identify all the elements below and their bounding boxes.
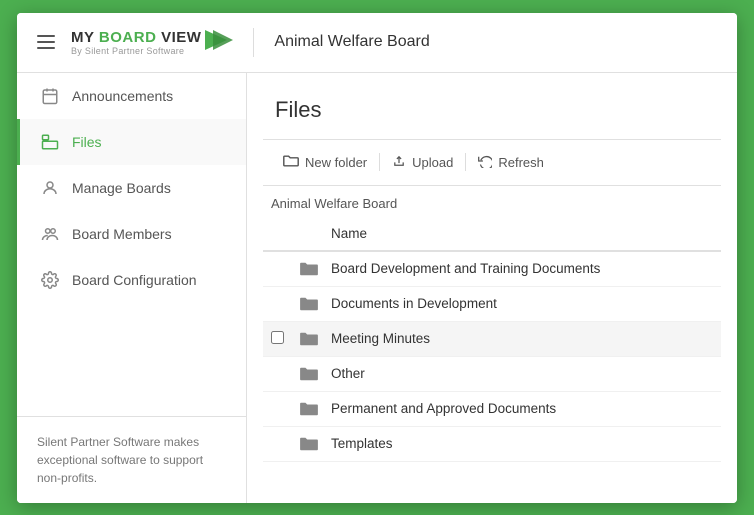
logo-my: MY (71, 29, 94, 46)
sidebar-footer: Silent Partner Software makes exceptiona… (17, 416, 246, 503)
new-folder-button[interactable]: New folder (279, 150, 379, 175)
hamburger-menu-button[interactable] (33, 31, 59, 53)
file-name: Other (331, 366, 713, 381)
folder-icon (299, 261, 331, 277)
folder-icon (299, 331, 331, 347)
calendar-icon (40, 86, 60, 106)
upload-button[interactable]: Upload (380, 150, 465, 175)
sidebar-item-board-members[interactable]: Board Members (17, 211, 246, 257)
new-folder-icon (283, 154, 299, 171)
file-name: Templates (331, 436, 713, 451)
table-row[interactable]: Documents in Development (263, 287, 721, 322)
logo-sub: By Silent Partner Software (71, 46, 201, 56)
refresh-button[interactable]: Refresh (466, 150, 556, 175)
sidebar-item-board-configuration[interactable]: Board Configuration (17, 257, 246, 303)
table-row[interactable]: Meeting Minutes (263, 322, 721, 357)
folder-icon (299, 366, 331, 382)
row-checkbox-area[interactable] (271, 331, 299, 347)
sidebar-nav: Announcements Files (17, 73, 246, 416)
sidebar-item-board-configuration-label: Board Configuration (72, 272, 197, 288)
files-icon (40, 132, 60, 152)
sidebar-item-manage-boards[interactable]: Manage Boards (17, 165, 246, 211)
logo-main: MY BOARD VIEW (71, 29, 201, 46)
manage-boards-icon (40, 178, 60, 198)
board-title: Animal Welfare Board (274, 33, 429, 51)
table-row[interactable]: Permanent and Approved Documents (263, 392, 721, 427)
board-members-icon (40, 224, 60, 244)
folder-group-label: Animal Welfare Board (263, 186, 721, 217)
logo-area: MY BOARD VIEW By Silent Partner Software (71, 28, 254, 57)
refresh-label: Refresh (498, 155, 544, 170)
table-row[interactable]: Templates (263, 427, 721, 462)
sidebar-footer-text: Silent Partner Software makes exceptiona… (37, 435, 203, 485)
settings-icon (40, 270, 60, 290)
logo-text: MY BOARD VIEW By Silent Partner Software (71, 29, 201, 56)
main-content: Files New folder (247, 73, 737, 503)
upload-icon (392, 154, 406, 171)
file-name: Documents in Development (331, 296, 713, 311)
folder-icon (299, 296, 331, 312)
page-title: Files (247, 73, 737, 139)
table-row[interactable]: Board Development and Training Documents (263, 252, 721, 287)
app-window: MY BOARD VIEW By Silent Partner Software… (17, 13, 737, 503)
folder-icon (299, 401, 331, 417)
sidebar-item-files[interactable]: Files (17, 119, 246, 165)
new-folder-label: New folder (305, 155, 367, 170)
refresh-icon (478, 154, 492, 171)
logo-board: BOARD (94, 29, 156, 46)
sidebar-item-announcements-label: Announcements (72, 88, 173, 104)
header: MY BOARD VIEW By Silent Partner Software… (17, 13, 737, 73)
file-name: Permanent and Approved Documents (331, 401, 713, 416)
sidebar-item-board-members-label: Board Members (72, 226, 172, 242)
sidebar-item-files-label: Files (72, 134, 102, 150)
file-name: Meeting Minutes (331, 331, 713, 346)
name-column-header: Name (331, 226, 713, 241)
column-header-row: Name (263, 217, 721, 252)
upload-label: Upload (412, 155, 453, 170)
logo-view: VIEW (156, 29, 201, 46)
logo-arrow-icon (205, 28, 233, 57)
row-checkbox[interactable] (271, 331, 284, 344)
sidebar-item-manage-boards-label: Manage Boards (72, 180, 171, 196)
table-row[interactable]: Other (263, 357, 721, 392)
body-area: Announcements Files (17, 73, 737, 503)
toolbar: New folder Upload (263, 139, 721, 186)
file-name: Board Development and Training Documents (331, 261, 713, 276)
sidebar-item-announcements[interactable]: Announcements (17, 73, 246, 119)
file-table-area: Animal Welfare Board Name Board Devel (247, 186, 737, 503)
folder-icon (299, 436, 331, 452)
sidebar: Announcements Files (17, 73, 247, 503)
